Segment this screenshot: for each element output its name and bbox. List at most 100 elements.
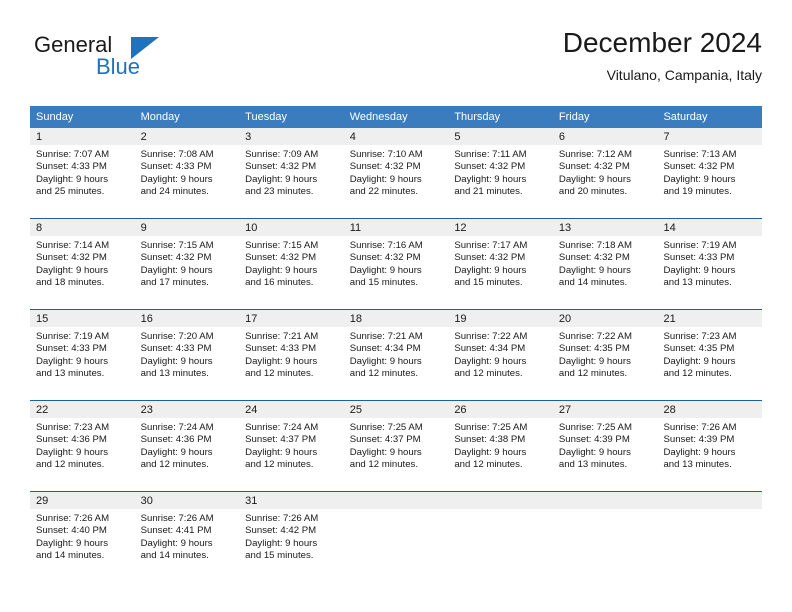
day-number: 14 [657, 219, 763, 236]
daylight-text-line2: and 23 minutes. [245, 186, 314, 198]
day-cell[interactable]: 24 Sunrise: 7:24 AM Sunset: 4:37 PM Dayligh… [239, 401, 344, 491]
day-details: Sunrise: 7:15 AM Sunset: 4:32 PM Daylight:… [239, 236, 344, 290]
day-cell[interactable]: 8 Sunrise: 7:14 AM Sunset: 4:32 PM Daylight… [30, 219, 135, 309]
day-number: 24 [239, 401, 344, 418]
day-details: Sunrise: 7:22 AM Sunset: 4:35 PM Daylight:… [553, 327, 658, 381]
daylight-text-line1: Daylight: 9 hours [558, 355, 631, 367]
day-cell[interactable]: 30 Sunrise: 7:26 AM Sunset: 4:41 PM Dayligh… [134, 492, 240, 582]
daylight-text-line1: Daylight: 9 hours [36, 355, 108, 367]
sunset-text: Sunset: 4:33 PM [140, 161, 212, 173]
sunset-text: Sunset: 4:33 PM [663, 252, 735, 264]
day-cell[interactable]: 13 Sunrise: 7:18 AM Sunset: 4:32 PM Dayligh… [552, 219, 658, 309]
day-cell[interactable]: 28 Sunrise: 7:26 AM Sunset: 4:39 PM Dayligh… [657, 401, 763, 491]
day-number: 23 [134, 401, 240, 418]
day-cell[interactable]: 27 Sunrise: 7:25 AM Sunset: 4:39 PM Dayligh… [552, 401, 658, 491]
day-cell[interactable]: 11 Sunrise: 7:16 AM Sunset: 4:32 PM Dayligh… [343, 219, 449, 309]
day-cell[interactable]: 6 Sunrise: 7:12 AM Sunset: 4:32 PM Daylight… [552, 128, 658, 218]
daylight-text-line1: Daylight: 9 hours [36, 446, 108, 458]
weekday-header-monday: Monday [140, 111, 180, 123]
day-cell[interactable]: 21 Sunrise: 7:23 AM Sunset: 4:35 PM Dayligh… [657, 310, 763, 400]
sunset-text: Sunset: 4:40 PM [36, 525, 107, 537]
daylight-text-line2: and 15 minutes. [349, 277, 419, 289]
day-cell[interactable]: 29 Sunrise: 7:26 AM Sunset: 4:40 PM Dayligh… [30, 492, 135, 582]
sunset-text: Sunset: 4:37 PM [349, 434, 421, 446]
day-number [448, 492, 553, 509]
day-cell[interactable]: 14 Sunrise: 7:19 AM Sunset: 4:33 PM Dayligh… [657, 219, 763, 309]
day-cell[interactable]: 18 Sunrise: 7:21 AM Sunset: 4:34 PM Dayligh… [343, 310, 449, 400]
day-number: 22 [30, 401, 135, 418]
week-row: 22 Sunrise: 7:23 AM Sunset: 4:36 PM Dayligh… [30, 400, 763, 491]
sunrise-text: Sunrise: 7:23 AM [663, 331, 737, 342]
sunrise-text: Sunrise: 7:22 AM [558, 331, 632, 342]
day-cell[interactable]: 25 Sunrise: 7:25 AM Sunset: 4:37 PM Dayligh… [343, 401, 449, 491]
page-header: General Blue December 2024 Vitulano, Cam… [30, 26, 762, 98]
day-details: Sunrise: 7:13 AM Sunset: 4:32 PM Daylight:… [657, 145, 762, 199]
day-number: 12 [448, 219, 553, 236]
day-cell[interactable]: 7 Sunrise: 7:13 AM Sunset: 4:32 PM Daylight… [657, 128, 763, 218]
daylight-text-line1: Daylight: 9 hours [454, 264, 527, 276]
daylight-text-line1: Daylight: 9 hours [140, 173, 213, 185]
daylight-text-line2: and 22 minutes. [349, 186, 419, 198]
day-cell[interactable]: 16 Sunrise: 7:20 AM Sunset: 4:33 PM Dayligh… [134, 310, 240, 400]
day-cell[interactable]: 12 Sunrise: 7:17 AM Sunset: 4:32 PM Dayligh… [448, 219, 553, 309]
sunset-text: Sunset: 4:32 PM [558, 252, 630, 264]
daylight-text-line2: and 12 minutes. [454, 459, 523, 471]
sunrise-text: Sunrise: 7:22 AM [454, 331, 528, 342]
daylight-text-line1: Daylight: 9 hours [245, 446, 318, 458]
day-details: Sunrise: 7:21 AM Sunset: 4:33 PM Daylight:… [239, 327, 344, 381]
sunrise-text: Sunrise: 7:24 AM [245, 422, 319, 433]
sunrise-text: Sunrise: 7:26 AM [36, 513, 110, 524]
day-cell[interactable]: 23 Sunrise: 7:24 AM Sunset: 4:36 PM Dayligh… [134, 401, 240, 491]
day-number: 6 [552, 128, 658, 145]
day-details: Sunrise: 7:23 AM Sunset: 4:35 PM Daylight:… [657, 327, 762, 381]
day-number: 18 [343, 310, 449, 327]
week-row: 15 Sunrise: 7:19 AM Sunset: 4:33 PM Dayligh… [30, 309, 763, 400]
day-number: 1 [30, 128, 135, 145]
day-cell[interactable]: 26 Sunrise: 7:25 AM Sunset: 4:38 PM Dayligh… [448, 401, 553, 491]
daylight-text-line1: Daylight: 9 hours [36, 537, 108, 549]
sunrise-text: Sunrise: 7:26 AM [245, 513, 319, 524]
day-number: 10 [239, 219, 344, 236]
sunrise-text: Sunrise: 7:14 AM [36, 240, 110, 251]
day-cell[interactable]: 20 Sunrise: 7:22 AM Sunset: 4:35 PM Dayligh… [552, 310, 658, 400]
sunrise-text: Sunrise: 7:21 AM [349, 331, 423, 342]
sunrise-text: Sunrise: 7:18 AM [558, 240, 632, 251]
sunrise-text: Sunrise: 7:21 AM [245, 331, 319, 342]
day-details: Sunrise: 7:25 AM Sunset: 4:38 PM Daylight:… [448, 418, 553, 472]
day-number: 21 [657, 310, 763, 327]
day-cell[interactable]: 4 Sunrise: 7:10 AM Sunset: 4:32 PM Daylight… [343, 128, 449, 218]
sunset-text: Sunset: 4:38 PM [454, 434, 526, 446]
daylight-text-line1: Daylight: 9 hours [245, 173, 318, 185]
day-number: 7 [657, 128, 763, 145]
weeks-container: 1 Sunrise: 7:07 AM Sunset: 4:33 PM Daylight… [30, 128, 763, 582]
day-cell[interactable]: 3 Sunrise: 7:09 AM Sunset: 4:32 PM Daylight… [239, 128, 344, 218]
sunset-text: Sunset: 4:39 PM [558, 434, 630, 446]
sunrise-text: Sunrise: 7:24 AM [140, 422, 214, 433]
sunrise-text: Sunrise: 7:25 AM [558, 422, 632, 433]
day-cell[interactable]: 15 Sunrise: 7:19 AM Sunset: 4:33 PM Dayligh… [30, 310, 135, 400]
sunrise-text: Sunrise: 7:20 AM [140, 331, 214, 342]
sunset-text: Sunset: 4:32 PM [140, 252, 212, 264]
day-cell[interactable]: 5 Sunrise: 7:11 AM Sunset: 4:32 PM Daylight… [448, 128, 553, 218]
day-details: Sunrise: 7:12 AM Sunset: 4:32 PM Daylight:… [553, 145, 658, 199]
day-cell[interactable]: 9 Sunrise: 7:15 AM Sunset: 4:32 PM Daylight… [134, 219, 240, 309]
sunset-text: Sunset: 4:32 PM [349, 161, 421, 173]
daylight-text-line2: and 12 minutes. [349, 368, 419, 380]
brand-logo[interactable]: General Blue [34, 32, 254, 92]
sunset-text: Sunset: 4:37 PM [245, 434, 317, 446]
sunset-text: Sunset: 4:32 PM [36, 252, 107, 264]
day-cell[interactable]: 2 Sunrise: 7:08 AM Sunset: 4:33 PM Daylight… [134, 128, 240, 218]
daylight-text-line1: Daylight: 9 hours [140, 355, 213, 367]
day-cell[interactable]: 31 Sunrise: 7:26 AM Sunset: 4:42 PM Dayligh… [239, 492, 344, 582]
sunset-text: Sunset: 4:36 PM [140, 434, 212, 446]
day-cell[interactable]: 17 Sunrise: 7:21 AM Sunset: 4:33 PM Dayligh… [239, 310, 344, 400]
weekday-header-tuesday: Tuesday [245, 111, 287, 123]
day-cell[interactable]: 19 Sunrise: 7:22 AM Sunset: 4:34 PM Dayligh… [448, 310, 553, 400]
day-cell[interactable]: 1 Sunrise: 7:07 AM Sunset: 4:33 PM Daylight… [30, 128, 135, 218]
sunrise-text: Sunrise: 7:09 AM [245, 149, 319, 160]
day-cell[interactable]: 22 Sunrise: 7:23 AM Sunset: 4:36 PM Dayligh… [30, 401, 135, 491]
sunset-text: Sunset: 4:32 PM [245, 161, 317, 173]
daylight-text-line1: Daylight: 9 hours [558, 173, 631, 185]
sunset-text: Sunset: 4:34 PM [349, 343, 421, 355]
day-cell[interactable]: 10 Sunrise: 7:15 AM Sunset: 4:32 PM Dayligh… [239, 219, 344, 309]
